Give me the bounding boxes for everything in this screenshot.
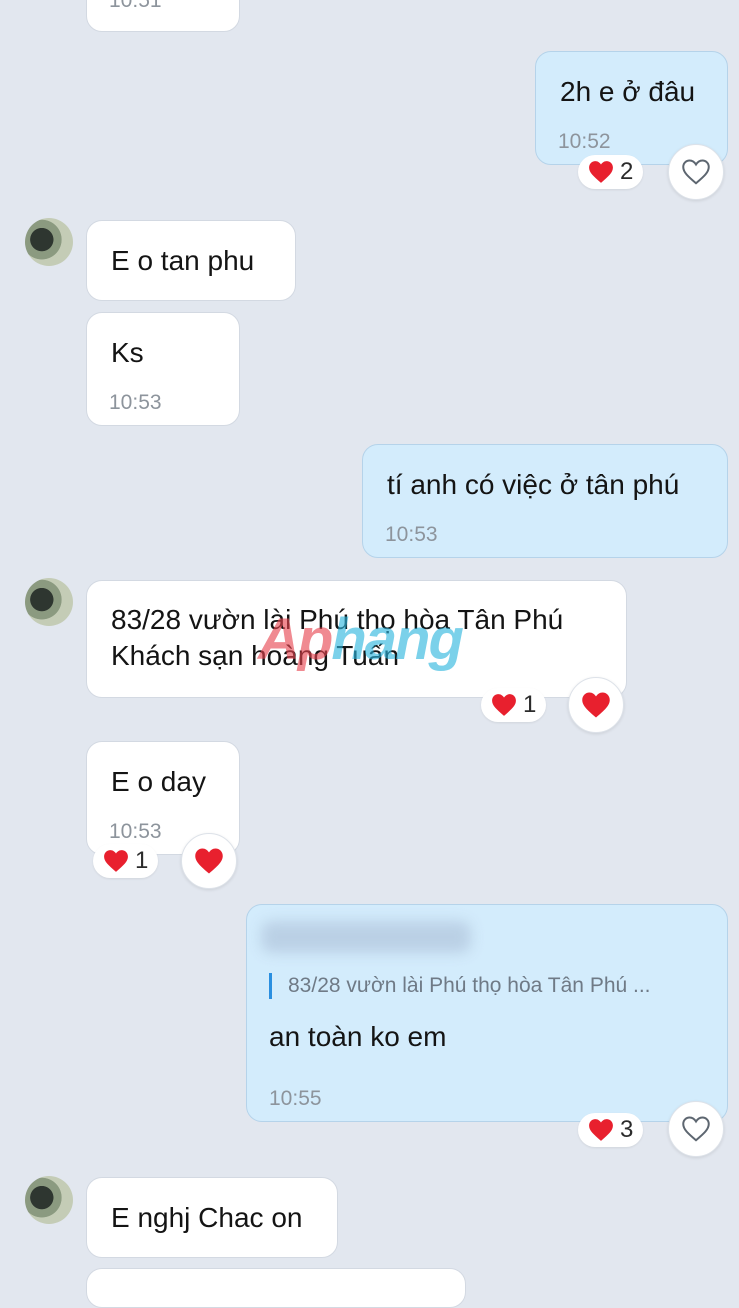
message-text: an toàn ko em <box>269 1021 447 1052</box>
message-time: 10:51 <box>109 0 162 12</box>
reaction-summary[interactable]: 1 <box>481 688 547 722</box>
quoted-text: 83/28 vườn lài Phú thọ hòa Tân Phú ... <box>288 974 651 997</box>
heart-icon <box>582 692 610 718</box>
message-time: 10:55 <box>269 1087 322 1110</box>
reaction-count: 2 <box>620 158 634 185</box>
message-time: 10:53 <box>109 391 162 414</box>
heart-outline-icon <box>682 1116 710 1142</box>
reaction-count: 1 <box>135 847 149 874</box>
heart-icon <box>492 694 516 716</box>
react-button[interactable] <box>181 833 237 889</box>
message-bubble-incoming[interactable] <box>86 1268 466 1308</box>
message-bubble-incoming[interactable]: 10:51 <box>86 0 240 32</box>
reaction-count: 3 <box>620 1116 634 1143</box>
message-bubble-outgoing[interactable]: tí anh có việc ở tân phú 10:53 <box>362 444 728 558</box>
avatar[interactable] <box>25 218 73 266</box>
message-text: 2h e ở đâu <box>560 76 696 107</box>
message-bubble-outgoing[interactable]: 83/28 vườn lài Phú thọ hòa Tân Phú ... a… <box>246 904 728 1122</box>
message-text: Ks <box>111 337 144 368</box>
quote-author-blurred <box>261 921 471 953</box>
heart-icon <box>195 848 223 874</box>
message-bubble-incoming[interactable]: Ks 10:53 <box>86 312 240 426</box>
avatar[interactable] <box>25 1176 73 1224</box>
reaction-count: 1 <box>523 691 537 718</box>
reaction-summary[interactable]: 2 <box>578 155 644 189</box>
message-text: E nghj Chac on <box>111 1202 303 1233</box>
message-text-line: 83/28 vườn lài Phú thọ hòa Tân Phú <box>111 604 564 635</box>
react-button[interactable] <box>668 1101 724 1157</box>
message-text: E o tan phu <box>111 245 255 276</box>
message-text: E o day <box>111 766 206 797</box>
message-bubble-incoming[interactable]: 83/28 vườn lài Phú thọ hòa Tân Phú Khách… <box>86 580 627 698</box>
react-button[interactable] <box>668 144 724 200</box>
heart-icon <box>104 850 128 872</box>
message-bubble-incoming[interactable]: E o tan phu <box>86 220 296 301</box>
reaction-summary[interactable]: 1 <box>93 844 159 878</box>
heart-icon <box>589 1119 613 1141</box>
reaction-summary[interactable]: 3 <box>578 1113 644 1147</box>
react-button[interactable] <box>568 677 624 733</box>
message-time: 10:53 <box>385 523 438 546</box>
message-text: tí anh có việc ở tân phú <box>387 469 680 500</box>
message-text-line: Khách sạn hoàng Tuấn <box>111 640 400 671</box>
heart-outline-icon <box>682 159 710 185</box>
avatar[interactable] <box>25 578 73 626</box>
quoted-message[interactable]: 83/28 vườn lài Phú thọ hòa Tân Phú ... <box>269 973 651 999</box>
heart-icon <box>589 161 613 183</box>
message-bubble-incoming[interactable]: E nghj Chac on <box>86 1177 338 1258</box>
